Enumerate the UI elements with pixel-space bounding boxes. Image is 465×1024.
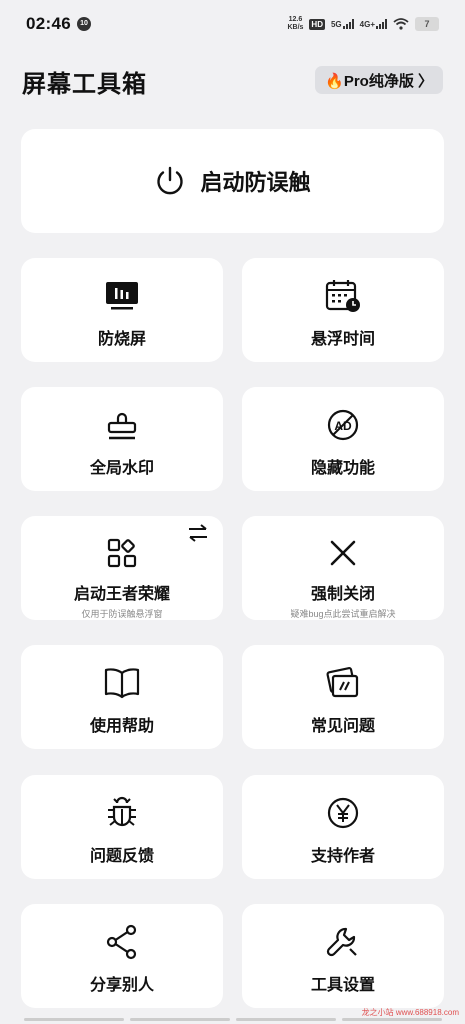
start-anti-touch-button[interactable]: 启动防误触 — [21, 129, 444, 233]
hd-icon: HD — [309, 18, 325, 30]
tile-global-watermark[interactable]: 全局水印 — [21, 387, 223, 491]
tile-force-close[interactable]: 强制关闭 疑难bug点此尝试重启解决 — [242, 516, 444, 620]
yen-icon — [325, 795, 361, 831]
pro-version-button[interactable]: 🔥Pro纯净版 〉 — [315, 66, 443, 94]
tile-support-author[interactable]: 支持作者 — [242, 775, 444, 879]
tile-floating-time[interactable]: 悬浮时间 — [242, 258, 444, 362]
tile-label: 悬浮时间 — [310, 331, 375, 348]
tile-feedback[interactable]: 问题反馈 — [21, 775, 223, 879]
tile-label: 支持作者 — [310, 848, 375, 865]
scroll-indicator — [0, 1018, 465, 1024]
ad-block-icon: AD — [325, 407, 361, 443]
tile-label: 常见问题 — [310, 718, 375, 735]
tile-label: 防烧屏 — [97, 331, 146, 348]
cards-icon — [325, 665, 361, 701]
notification-badge: 10 — [76, 17, 91, 31]
tile-label: 工具设置 — [310, 977, 375, 994]
tile-anti-burn[interactable]: 防烧屏 — [21, 258, 223, 362]
tile-launch-game[interactable]: 启动王者荣耀 仅用于防误触悬浮窗 — [21, 516, 223, 620]
start-anti-touch-label: 启动防误触 — [200, 170, 311, 195]
tile-tool-settings[interactable]: 工具设置 — [242, 904, 444, 1008]
book-icon — [104, 665, 140, 701]
tile-help[interactable]: 使用帮助 — [21, 645, 223, 749]
tile-label: 全局水印 — [89, 460, 154, 477]
stamp-icon — [104, 407, 140, 443]
share-icon — [104, 924, 140, 960]
close-icon — [325, 536, 361, 569]
tile-label: 隐藏功能 — [310, 460, 375, 477]
calendar-clock-icon — [325, 278, 361, 314]
tile-label: 启动王者荣耀 — [73, 586, 170, 603]
battery-icon: 7 — [415, 17, 439, 31]
status-time: 02:46 — [26, 14, 71, 33]
apps-grid-icon — [104, 536, 140, 569]
status-icons: 12.6 KB/s HD 5G 4G+ 7 — [287, 16, 439, 32]
site-watermark: 龙之小站 www.688918.com — [361, 1008, 459, 1017]
tile-sublabel: 仅用于防误触悬浮窗 — [81, 609, 163, 619]
tile-hidden-features[interactable]: AD 隐藏功能 — [242, 387, 444, 491]
swap-icon[interactable] — [187, 524, 209, 542]
status-bar: 02:46 10 12.6 KB/s HD 5G 4G+ 7 — [0, 0, 465, 48]
tile-label: 强制关闭 — [310, 586, 375, 603]
wifi-icon — [393, 18, 409, 30]
network-speed: 12.6 KB/s — [287, 16, 304, 31]
page-title: 屏幕工具箱 — [22, 71, 147, 98]
tile-sublabel: 疑难bug点此尝试重启解决 — [290, 609, 396, 619]
wrench-icon — [325, 924, 361, 960]
tile-share[interactable]: 分享别人 — [21, 904, 223, 1008]
signal-5g-icon: 5G — [331, 19, 354, 29]
tile-faq[interactable]: 常见问题 — [242, 645, 444, 749]
tile-label: 问题反馈 — [89, 848, 154, 865]
power-icon — [154, 165, 186, 197]
tile-label: 分享别人 — [89, 977, 154, 994]
tile-label: 使用帮助 — [89, 718, 154, 735]
bug-icon — [104, 795, 140, 831]
signal-4g-icon: 4G+ — [360, 19, 387, 29]
screen-icon — [104, 278, 140, 314]
